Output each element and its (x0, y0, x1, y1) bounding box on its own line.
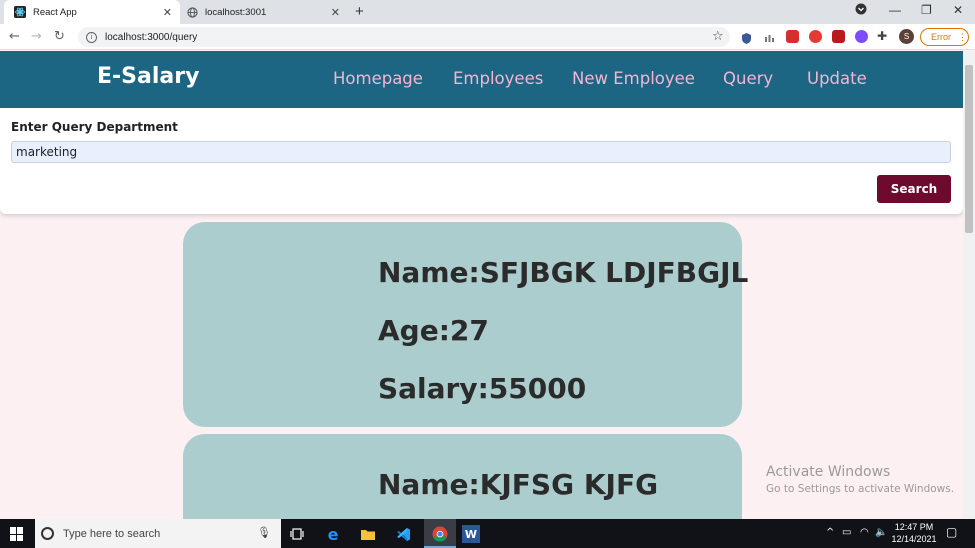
notifications-icon[interactable]: ▢ (946, 525, 957, 539)
minimize-icon[interactable]: — (889, 3, 901, 17)
site-info-icon[interactable]: i (86, 31, 97, 43)
battery-icon[interactable]: ▭ (842, 527, 851, 538)
tab-react-app[interactable]: React App ✕ (4, 0, 180, 24)
address-bar[interactable]: i localhost:3000/query (78, 27, 730, 47)
tab-strip: React App ✕ localhost:3001 ✕ + — ❐ ✕ (0, 0, 975, 24)
clock-time: 12:47 PM (894, 522, 934, 532)
error-label: Error (931, 32, 951, 42)
department-input[interactable] (11, 141, 951, 163)
tray-expand-icon[interactable]: ^ (826, 527, 834, 538)
page-scrollbar[interactable] (963, 51, 975, 519)
taskbar-search[interactable]: Type here to search 🎙 (35, 519, 281, 548)
tab-search-icon[interactable] (855, 3, 867, 18)
back-arrow-icon[interactable]: ← (9, 29, 20, 44)
restore-icon[interactable]: ❐ (921, 3, 932, 17)
tab-title: React App (33, 6, 77, 18)
clock-date: 12/14/2021 (891, 534, 937, 544)
nav-update[interactable]: Update (807, 69, 867, 88)
employee-salary: Salary:55000 (378, 372, 587, 405)
square-extension-icon[interactable] (832, 30, 845, 43)
watermark-title: Activate Windows (766, 464, 891, 480)
search-button[interactable]: Search (877, 175, 951, 203)
taskbar-clock[interactable]: 12:47 PM 12/14/2021 (884, 521, 944, 545)
employee-age: Age:27 (378, 314, 489, 347)
taskbar-search-placeholder: Type here to search (63, 527, 161, 540)
tab-title: localhost:3001 (205, 6, 267, 18)
page-viewport: E-Salary Homepage Employees New Employee… (0, 51, 963, 519)
browser-toolbar: ← → ↻ i localhost:3000/query ☆ ✚ S Error… (0, 24, 975, 50)
watermark-subtitle: Go to Settings to activate Windows. (766, 483, 955, 495)
reload-icon[interactable]: ↻ (54, 29, 65, 44)
microphone-icon[interactable]: 🎙 (257, 526, 271, 539)
profile-avatar[interactable]: S (899, 29, 914, 44)
extensions-puzzle-icon[interactable]: ✚ (877, 29, 887, 43)
vscode-icon[interactable] (393, 524, 413, 544)
bookmark-star-icon[interactable]: ☆ (712, 29, 724, 44)
nav-homepage[interactable]: Homepage (333, 69, 423, 88)
error-button[interactable]: Error ⋮ (920, 28, 969, 46)
more-menu-icon: ⋮ (958, 31, 967, 42)
url-text: localhost:3000/query (105, 31, 198, 43)
tab-close-icon[interactable]: ✕ (331, 6, 340, 19)
nav-employees[interactable]: Employees (453, 69, 543, 88)
app-navbar: E-Salary Homepage Employees New Employee… (0, 51, 963, 108)
windows-taskbar: Type here to search 🎙 e W ^ ▭ ◠ 🔈 12:47 … (0, 519, 975, 548)
employee-card: Name:KJFSG KJFG (183, 434, 742, 519)
chrome-icon (432, 526, 448, 541)
employee-name: Name:SFJBGK LDJFBGJL (378, 256, 749, 289)
nav-new-employee[interactable]: New Employee (572, 69, 695, 88)
brand-logo[interactable]: E-Salary (97, 64, 199, 89)
close-window-icon[interactable]: ✕ (953, 3, 963, 17)
new-tab-icon[interactable]: + (355, 3, 364, 20)
query-label: Enter Query Department (11, 120, 178, 134)
word-icon[interactable]: W (462, 525, 480, 543)
forward-arrow-icon[interactable]: → (31, 29, 42, 44)
file-explorer-icon[interactable] (358, 524, 378, 544)
employee-card: Name:SFJBGK LDJFBGJL Age:27 Salary:55000 (183, 222, 748, 427)
purple-extension-icon[interactable] (855, 30, 868, 43)
nav-query[interactable]: Query (723, 69, 773, 88)
youtube-extension-icon[interactable] (786, 30, 799, 43)
globe-icon (186, 6, 198, 18)
scrollbar-thumb[interactable] (965, 65, 973, 233)
task-view-icon[interactable] (287, 524, 307, 544)
react-favicon-icon (14, 6, 26, 18)
windows-start-icon[interactable] (10, 527, 24, 541)
query-form: Enter Query Department Search (0, 108, 963, 214)
tab-close-icon[interactable]: ✕ (163, 6, 172, 19)
employee-name: Name:KJFSG KJFG (378, 468, 659, 501)
chrome-taskbar-button[interactable] (424, 519, 456, 548)
activate-windows-watermark: Activate Windows Go to Settings to activ… (766, 464, 954, 495)
wifi-icon[interactable]: ◠ (860, 527, 869, 538)
edge-browser-icon[interactable]: e (323, 524, 343, 544)
tab-localhost-3001[interactable]: localhost:3001 ✕ (180, 0, 348, 24)
bars-extension-icon[interactable] (763, 30, 776, 43)
shield-extension-icon[interactable] (740, 30, 753, 44)
cortana-circle-icon (41, 527, 54, 540)
opera-extension-icon[interactable] (809, 30, 822, 43)
